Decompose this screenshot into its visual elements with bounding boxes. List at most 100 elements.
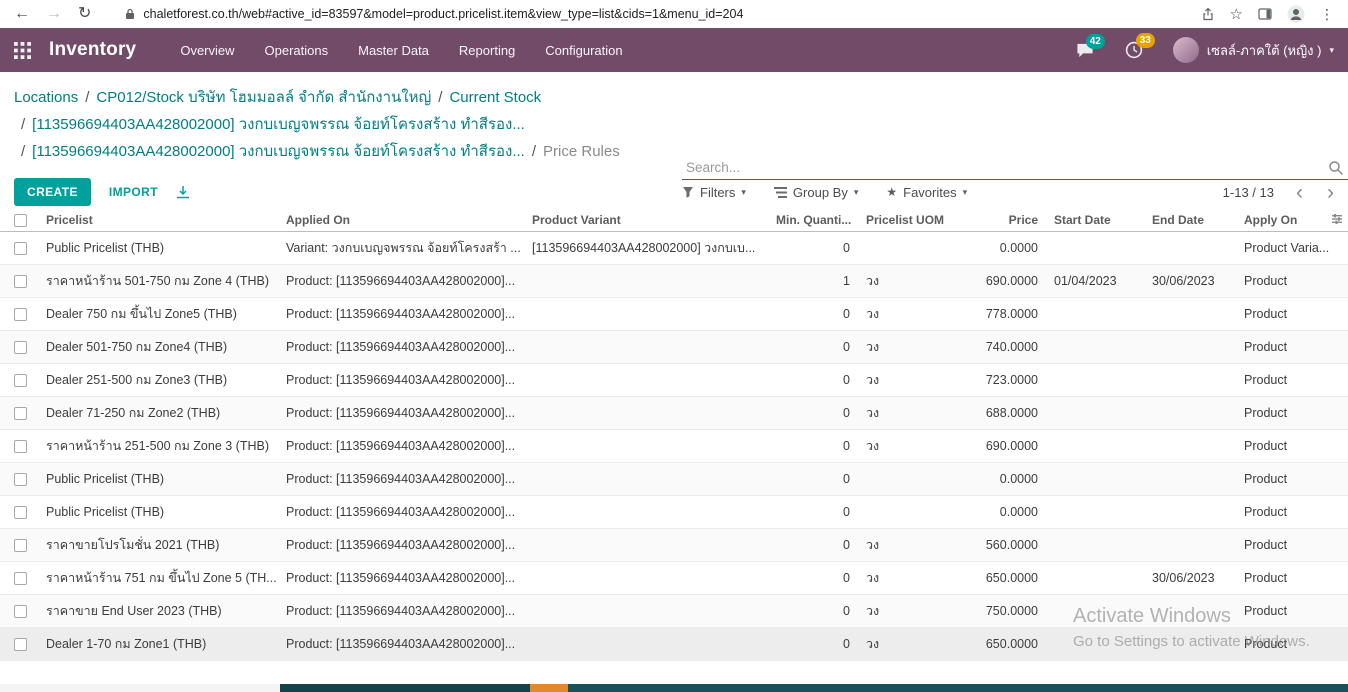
cell-applied-on[interactable]: Product: [113596694403AA428002000]...	[278, 463, 524, 496]
cell-pricelist[interactable]: Dealer 1-70 กม Zone1 (THB)	[38, 628, 278, 661]
row-checkbox-cell[interactable]	[0, 595, 38, 628]
cell-min-quantity[interactable]: 0	[768, 298, 858, 331]
cell-apply-on[interactable]: Product	[1236, 397, 1330, 430]
filters-dropdown[interactable]: Filters ▾	[682, 185, 746, 200]
cell-price[interactable]: 690.0000	[954, 265, 1046, 298]
cell-price[interactable]: 690.0000	[954, 430, 1046, 463]
cell-end-date[interactable]: 30/06/2023	[1144, 265, 1236, 298]
breadcrumb-link[interactable]: Locations	[14, 89, 78, 106]
cell-price[interactable]: 740.0000	[954, 331, 1046, 364]
cell-product-variant[interactable]	[524, 331, 768, 364]
table-row[interactable]: Public Pricelist (THB) Product: [1135966…	[0, 463, 1348, 496]
cell-start-date[interactable]	[1046, 298, 1144, 331]
cell-end-date[interactable]	[1144, 628, 1236, 661]
column-header[interactable]: Pricelist UOM	[858, 213, 954, 232]
column-header[interactable]: Start Date	[1046, 213, 1144, 232]
row-checkbox[interactable]	[14, 506, 27, 519]
cell-start-date[interactable]	[1046, 364, 1144, 397]
cell-price[interactable]: 0.0000	[954, 232, 1046, 265]
cell-price[interactable]: 723.0000	[954, 364, 1046, 397]
bottom-scrollbar[interactable]	[0, 684, 1348, 692]
cell-end-date[interactable]	[1144, 331, 1236, 364]
cell-applied-on[interactable]: Product: [113596694403AA428002000]...	[278, 331, 524, 364]
cell-price[interactable]: 0.0000	[954, 463, 1046, 496]
row-checkbox[interactable]	[14, 473, 27, 486]
import-button[interactable]: IMPORT	[109, 185, 158, 199]
cell-start-date[interactable]	[1046, 232, 1144, 265]
cell-applied-on[interactable]: Variant: วงกบเบญจพรรณ จ้อยท์โครงสร้า ...	[278, 232, 524, 265]
row-checkbox-cell[interactable]	[0, 496, 38, 529]
cell-start-date[interactable]	[1046, 496, 1144, 529]
pager-previous-icon[interactable]: ‹	[1296, 182, 1303, 203]
menu-item[interactable]: Reporting	[459, 43, 515, 58]
row-checkbox[interactable]	[14, 572, 27, 585]
cell-apply-on[interactable]: Product	[1236, 265, 1330, 298]
table-row[interactable]: Dealer 750 กม ขึ้นไป Zone5 (THB) Product…	[0, 298, 1348, 331]
cell-apply-on[interactable]: Product	[1236, 364, 1330, 397]
cell-product-variant[interactable]	[524, 298, 768, 331]
browser-menu-dots-icon[interactable]: ⋮	[1320, 7, 1334, 21]
cell-end-date[interactable]	[1144, 298, 1236, 331]
menu-item[interactable]: Overview	[180, 43, 234, 58]
table-row[interactable]: Dealer 501-750 กม Zone4 (THB) Product: […	[0, 331, 1348, 364]
cell-pricelist-uom[interactable]	[858, 232, 954, 265]
cell-price[interactable]: 650.0000	[954, 562, 1046, 595]
app-title[interactable]: Inventory	[49, 39, 136, 61]
apps-grid-icon[interactable]	[14, 42, 31, 59]
scrollbar-thumb[interactable]	[280, 684, 530, 692]
cell-pricelist-uom[interactable]: วง	[858, 331, 954, 364]
select-all-checkbox[interactable]	[14, 214, 27, 227]
cell-price[interactable]: 0.0000	[954, 496, 1046, 529]
cell-min-quantity[interactable]: 0	[768, 628, 858, 661]
row-checkbox[interactable]	[14, 374, 27, 387]
cell-apply-on[interactable]: Product	[1236, 529, 1330, 562]
cell-product-variant[interactable]	[524, 529, 768, 562]
table-row[interactable]: ราคาหน้าร้าน 251-500 กม Zone 3 (THB) Pro…	[0, 430, 1348, 463]
breadcrumb-link[interactable]: CP012/Stock บริษัท โฮมมอลล์ จำกัด สำนักง…	[96, 89, 431, 106]
row-checkbox-cell[interactable]	[0, 364, 38, 397]
cell-pricelist-uom[interactable]: วง	[858, 628, 954, 661]
cell-start-date[interactable]	[1046, 529, 1144, 562]
browser-profile-icon[interactable]	[1287, 5, 1305, 23]
browser-refresh-icon[interactable]: ↻	[78, 6, 91, 22]
row-checkbox-cell[interactable]	[0, 430, 38, 463]
cell-apply-on[interactable]: Product	[1236, 331, 1330, 364]
cell-pricelist[interactable]: ราคาหน้าร้าน 751 กม ขึ้นไป Zone 5 (TH...	[38, 562, 278, 595]
row-checkbox-cell[interactable]	[0, 298, 38, 331]
cell-product-variant[interactable]	[524, 397, 768, 430]
cell-start-date[interactable]	[1046, 562, 1144, 595]
cell-pricelist[interactable]: ราคาขายโปรโมชั่น 2021 (THB)	[38, 529, 278, 562]
column-header[interactable]: Apply On	[1236, 213, 1330, 232]
cell-start-date[interactable]	[1046, 397, 1144, 430]
cell-end-date[interactable]: 30/06/2023	[1144, 562, 1236, 595]
cell-min-quantity[interactable]: 0	[768, 595, 858, 628]
cell-end-date[interactable]	[1144, 430, 1236, 463]
cell-pricelist-uom[interactable]: วง	[858, 265, 954, 298]
row-checkbox-cell[interactable]	[0, 463, 38, 496]
row-checkbox-cell[interactable]	[0, 562, 38, 595]
browser-forward-icon[interactable]: →	[46, 6, 62, 22]
row-checkbox-cell[interactable]	[0, 397, 38, 430]
menu-item[interactable]: Master Data	[358, 43, 429, 58]
cell-pricelist[interactable]: Dealer 750 กม ขึ้นไป Zone5 (THB)	[38, 298, 278, 331]
export-download-icon[interactable]	[176, 185, 190, 199]
cell-applied-on[interactable]: Product: [113596694403AA428002000]...	[278, 397, 524, 430]
cell-min-quantity[interactable]: 0	[768, 430, 858, 463]
share-icon[interactable]	[1201, 7, 1215, 21]
cell-end-date[interactable]	[1144, 397, 1236, 430]
row-checkbox[interactable]	[14, 605, 27, 618]
cell-min-quantity[interactable]: 0	[768, 496, 858, 529]
pager-next-icon[interactable]: ›	[1327, 182, 1334, 203]
row-checkbox[interactable]	[14, 308, 27, 321]
row-checkbox[interactable]	[14, 638, 27, 651]
cell-pricelist-uom[interactable]	[858, 496, 954, 529]
cell-product-variant[interactable]	[524, 496, 768, 529]
cell-applied-on[interactable]: Product: [113596694403AA428002000]...	[278, 595, 524, 628]
cell-min-quantity[interactable]: 0	[768, 529, 858, 562]
cell-price[interactable]: 650.0000	[954, 628, 1046, 661]
cell-pricelist[interactable]: Dealer 251-500 กม Zone3 (THB)	[38, 364, 278, 397]
url-text[interactable]: chaletforest.co.th/web#active_id=83597&m…	[143, 7, 743, 21]
cell-product-variant[interactable]	[524, 430, 768, 463]
cell-start-date[interactable]	[1046, 595, 1144, 628]
table-row[interactable]: Public Pricelist (THB) Variant: วงกบเบญจ…	[0, 232, 1348, 265]
